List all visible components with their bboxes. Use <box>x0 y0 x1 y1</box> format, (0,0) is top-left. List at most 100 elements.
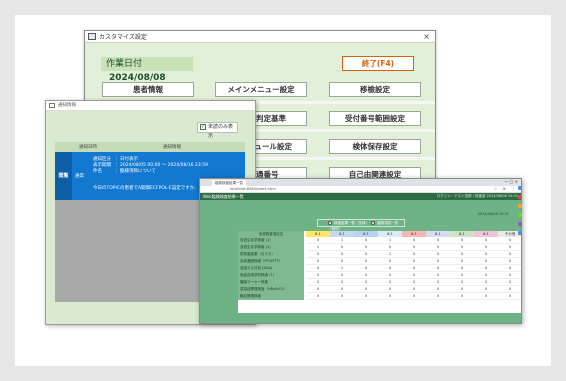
table-cell[interactable]: 0 <box>402 293 426 300</box>
specimen-storage-button[interactable]: 検体保存設定 <box>329 139 421 154</box>
table-cell[interactable]: 0 <box>378 293 402 300</box>
table-cell[interactable]: 0 <box>402 279 426 286</box>
table-cell[interactable]: 1 <box>330 237 354 244</box>
table-cell[interactable]: 0 <box>498 286 521 293</box>
table-cell[interactable]: 0 <box>450 272 474 279</box>
table-cell[interactable]: 0 <box>402 237 426 244</box>
table-cell[interactable]: 0 <box>450 237 474 244</box>
address-bar[interactable]: localhost:8080/index.html <box>230 187 276 191</box>
table-cell[interactable]: 0 <box>354 244 378 251</box>
table-cell[interactable]: 0 <box>306 258 330 265</box>
table-cell[interactable]: 0 <box>450 251 474 258</box>
window-controls[interactable]: — ▢ ✕ <box>504 179 518 184</box>
table-cell[interactable]: 0 <box>378 258 402 265</box>
table-cell[interactable]: 0 <box>330 293 354 300</box>
table-cell[interactable]: 0 <box>498 244 521 251</box>
table-cell[interactable]: 0 <box>498 293 521 300</box>
table-cell[interactable]: 0 <box>474 237 498 244</box>
table-cell[interactable]: 0 <box>474 251 498 258</box>
table-cell[interactable]: 1 <box>306 244 330 251</box>
table-cell[interactable]: 0 <box>354 279 378 286</box>
table-cell[interactable]: 0 <box>450 244 474 251</box>
table-cell[interactable]: 0 <box>450 279 474 286</box>
table-cell[interactable]: 0 <box>306 237 330 244</box>
table-cell[interactable]: 0 <box>378 286 402 293</box>
table-cell[interactable]: 0 <box>402 251 426 258</box>
table-cell[interactable]: 0 <box>426 265 450 272</box>
table-cell[interactable]: 0 <box>378 272 402 279</box>
table-cell[interactable]: 0 <box>426 272 450 279</box>
radio-icon[interactable] <box>328 221 332 225</box>
table-cell[interactable]: 0 <box>306 293 330 300</box>
table-cell[interactable]: 0 <box>402 265 426 272</box>
table-cell[interactable]: 0 <box>450 286 474 293</box>
table-cell[interactable]: 0 <box>426 237 450 244</box>
table-cell[interactable]: 0 <box>450 265 474 272</box>
table-cell[interactable]: 0 <box>474 286 498 293</box>
table-cell[interactable]: 0 <box>330 244 354 251</box>
table-cell[interactable]: 0 <box>474 293 498 300</box>
table-cell[interactable]: 0 <box>426 258 450 265</box>
table-cell[interactable]: 0 <box>306 251 330 258</box>
table-cell[interactable]: 0 <box>354 258 378 265</box>
table-cell[interactable]: 0 <box>354 251 378 258</box>
close-icon[interactable]: × <box>423 31 430 42</box>
table-cell[interactable]: 0 <box>498 251 521 258</box>
side-panel-icon[interactable] <box>518 186 522 190</box>
table-cell[interactable]: 0 <box>498 265 521 272</box>
table-cell[interactable]: 0 <box>426 293 450 300</box>
table-cell[interactable]: 0 <box>426 244 450 251</box>
table-cell[interactable]: 0 <box>354 293 378 300</box>
side-panel-icon[interactable] <box>518 213 522 217</box>
view-filter[interactable]: 検査結果一覧（全体） 臨検項目一覧（個別） <box>317 219 405 231</box>
side-panel-icon[interactable] <box>518 204 522 208</box>
table-cell[interactable]: 0 <box>354 286 378 293</box>
table-cell[interactable]: 0 <box>474 258 498 265</box>
table-cell[interactable]: 1 <box>378 237 402 244</box>
table-cell[interactable]: 0 <box>306 286 330 293</box>
table-cell[interactable]: 0 <box>402 258 426 265</box>
table-cell[interactable]: 0 <box>306 265 330 272</box>
transfer-settings-button[interactable]: 移檢設定 <box>329 82 421 97</box>
table-cell[interactable]: 0 <box>426 251 450 258</box>
side-panel-icon[interactable] <box>518 195 522 199</box>
reception-number-range-button[interactable]: 受付番号範囲設定 <box>329 111 421 126</box>
table-cell[interactable]: 0 <box>378 265 402 272</box>
table-cell[interactable]: 0 <box>474 272 498 279</box>
table-cell[interactable]: 0 <box>426 279 450 286</box>
table-cell[interactable]: 0 <box>378 244 402 251</box>
checkbox-icon[interactable]: ✓ <box>200 124 206 130</box>
table-cell[interactable]: 0 <box>306 272 330 279</box>
side-panel-icon[interactable] <box>518 231 522 235</box>
table-cell[interactable]: 0 <box>330 258 354 265</box>
table-cell[interactable]: 1 <box>330 265 354 272</box>
table-cell[interactable]: 0 <box>402 272 426 279</box>
table-cell[interactable]: 0 <box>306 279 330 286</box>
table-cell[interactable]: 0 <box>330 286 354 293</box>
table-cell[interactable]: 0 <box>354 265 378 272</box>
unread-only-toggle[interactable]: ✓ 未読のみ表示 <box>197 122 238 139</box>
table-cell[interactable]: 0 <box>354 272 378 279</box>
table-cell[interactable]: 0 <box>474 279 498 286</box>
table-cell[interactable]: 0 <box>354 237 378 244</box>
table-cell[interactable]: 0 <box>330 251 354 258</box>
radio-icon[interactable] <box>371 221 376 225</box>
table-cell[interactable]: 0 <box>450 258 474 265</box>
table-cell[interactable]: 1 <box>378 251 402 258</box>
end-button[interactable]: 終了(F4) <box>342 56 414 71</box>
table-cell[interactable]: 0 <box>498 272 521 279</box>
table-cell[interactable]: 0 <box>402 244 426 251</box>
table-cell[interactable]: 0 <box>474 244 498 251</box>
table-cell[interactable]: 0 <box>450 293 474 300</box>
patient-info-button[interactable]: 患者情報 <box>102 82 194 97</box>
table-cell[interactable]: 0 <box>498 258 521 265</box>
table-cell[interactable]: 0 <box>498 279 521 286</box>
table-cell[interactable]: 0 <box>426 286 450 293</box>
table-cell[interactable]: 0 <box>330 279 354 286</box>
main-menu-settings-button[interactable]: メインメニュー設定 <box>215 82 307 97</box>
table-cell[interactable]: 0 <box>402 286 426 293</box>
table-cell[interactable]: 0 <box>378 279 402 286</box>
table-cell[interactable]: 0 <box>474 265 498 272</box>
side-panel-icon[interactable] <box>518 222 522 226</box>
toolbar-icons[interactable]: ☆ ⊕ ⋮ <box>494 186 517 191</box>
